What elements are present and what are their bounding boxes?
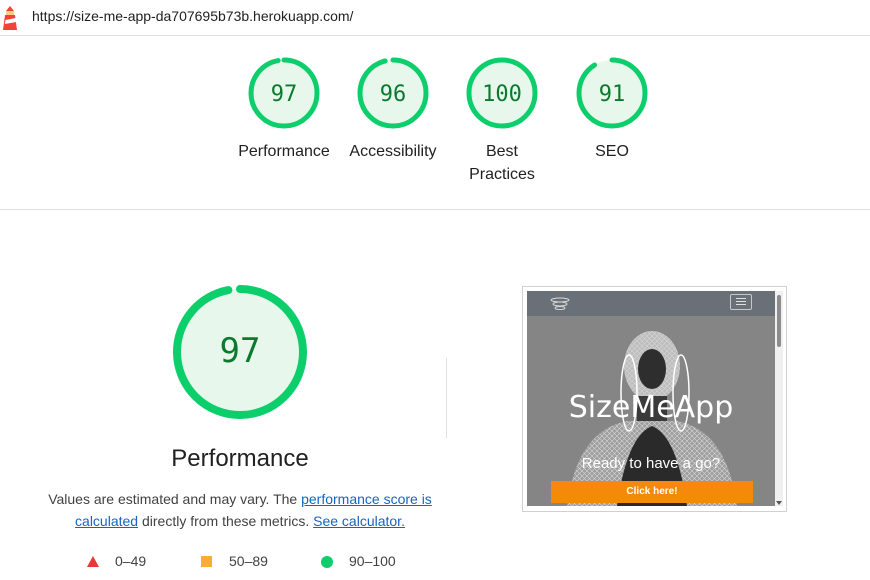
gauge-seo[interactable]: 91 SEO [557, 56, 667, 163]
legend-label: 0–49 [115, 553, 147, 569]
gauge-ring: 97 [248, 57, 320, 129]
gauge-score: 100 [482, 82, 522, 107]
gauge-ring: 91 [576, 57, 648, 129]
app-logo-icon [550, 297, 570, 310]
performance-score-large: 97 [220, 331, 261, 371]
desc-text: directly from these metrics. [138, 513, 314, 529]
gauge-score: 91 [599, 82, 626, 107]
category-gauges: 97 Performance 96 Accessibility 100 Best… [0, 36, 870, 210]
performance-description: Values are estimated and may vary. The p… [40, 488, 440, 532]
gauge-best-practices[interactable]: 100 Best Practices [447, 56, 557, 186]
performance-gauge-large: 97 [173, 285, 307, 419]
hamburger-menu-icon[interactable] [730, 294, 752, 310]
scroll-down-arrow-icon[interactable] [776, 501, 782, 505]
final-screenshot[interactable]: SizeMeApp Ready to have a go? Click here… [522, 286, 787, 512]
see-calculator-link[interactable]: See calculator. [313, 513, 405, 529]
app-title: SizeMeApp [568, 390, 734, 425]
gauge-ring: 96 [357, 57, 429, 129]
gauge-label: Accessibility [349, 143, 437, 160]
app-tagline: Ready to have a go? [581, 455, 721, 472]
screenshot-scrollbar[interactable] [775, 291, 783, 506]
gauge-performance[interactable]: 97 Performance [229, 56, 339, 163]
divider [446, 358, 447, 438]
legend-label: 50–89 [229, 553, 268, 569]
report-header: https://size-me-app-da707695b73b.herokua… [0, 0, 870, 36]
lighthouse-icon [3, 6, 17, 30]
desc-text: Values are estimated and may vary. The [48, 491, 302, 507]
gauge-score: 97 [271, 82, 298, 107]
app-navbar [527, 291, 775, 316]
page-url[interactable]: https://size-me-app-da707695b73b.herokua… [32, 8, 353, 24]
performance-title: Performance [171, 445, 309, 472]
gauge-label: Performance [238, 143, 330, 160]
gauge-score: 96 [380, 82, 407, 107]
square-icon [201, 556, 212, 567]
scroll-thumb[interactable] [777, 295, 781, 347]
gauge-label: SEO [595, 143, 629, 160]
triangle-icon [87, 556, 99, 567]
gauge-accessibility[interactable]: 96 Accessibility [338, 56, 448, 163]
legend-label: 90–100 [349, 553, 396, 569]
circle-icon [321, 556, 333, 568]
click-here-button[interactable]: Click here! [551, 481, 753, 503]
gauge-label: Best Practices [469, 143, 535, 183]
gauge-ring: 100 [466, 57, 538, 129]
screenshot-viewport: SizeMeApp Ready to have a go? Click here… [527, 291, 775, 506]
